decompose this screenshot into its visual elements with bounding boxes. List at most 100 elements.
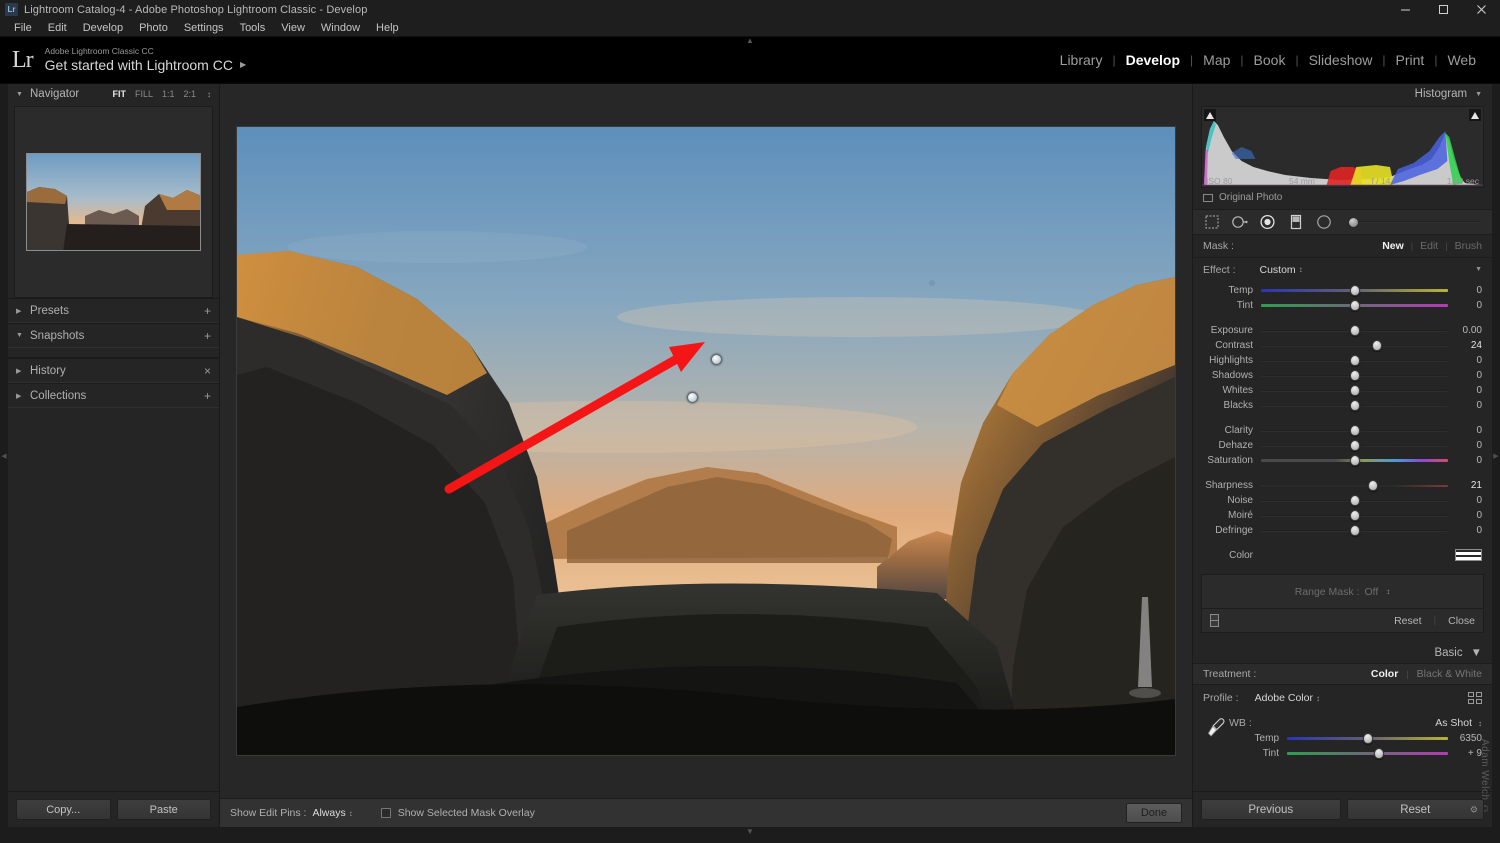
original-photo-toggle[interactable]: Original Photo — [1193, 188, 1492, 207]
chevron-down-icon[interactable]: ▼ — [16, 332, 23, 339]
menu-view[interactable]: View — [273, 19, 313, 37]
identity-plate[interactable]: Lr Adobe Lightroom Classic CC Get starte… — [0, 46, 246, 74]
slider-row-contrast[interactable]: Contrast 24 — [1193, 338, 1492, 353]
module-develop[interactable]: Develop — [1116, 52, 1190, 68]
add-collection-icon[interactable]: + — [204, 389, 211, 403]
done-button[interactable]: Done — [1126, 803, 1182, 823]
module-slideshow[interactable]: Slideshow — [1299, 52, 1383, 68]
module-print[interactable]: Print — [1386, 52, 1435, 68]
chevron-right-icon[interactable]: ▶ — [16, 307, 23, 315]
effect-close-button[interactable]: Close — [1448, 615, 1475, 627]
slider-track-highlights[interactable] — [1261, 353, 1448, 368]
slider-row-temp[interactable]: Temp 0 — [1193, 283, 1492, 298]
chevron-down-icon[interactable]: ▼ — [1475, 91, 1482, 98]
effect-preset-value[interactable]: Custom — [1260, 264, 1296, 276]
slider-row-saturation[interactable]: Saturation 0 — [1193, 453, 1492, 468]
effect-switch-icon[interactable] — [1210, 614, 1219, 627]
zoom-stepper-icon[interactable]: ↕ — [207, 90, 211, 99]
sidebar-item-snapshots[interactable]: ▼ Snapshots + — [8, 323, 219, 348]
show-edit-pins-value[interactable]: Always — [312, 807, 345, 819]
tool-amount-knob[interactable] — [1348, 216, 1359, 228]
slider-row-whites[interactable]: Whites 0 — [1193, 383, 1492, 398]
slider-track-moire[interactable] — [1261, 508, 1448, 523]
module-web[interactable]: Web — [1437, 52, 1486, 68]
navigator-preview[interactable] — [14, 106, 213, 298]
clear-history-icon[interactable]: × — [204, 364, 211, 378]
slider-row-sharpness[interactable]: Sharpness 21 — [1193, 478, 1492, 493]
slider-row-noise[interactable]: Noise 0 — [1193, 493, 1492, 508]
slider-track-shadows[interactable] — [1261, 368, 1448, 383]
play-arrow-icon[interactable]: ▶ — [240, 60, 246, 69]
menu-photo[interactable]: Photo — [131, 19, 176, 37]
range-mask-stepper-icon[interactable]: ↕ — [1386, 587, 1390, 596]
maximize-button[interactable] — [1424, 0, 1462, 19]
chevron-down-icon[interactable]: ▼ — [16, 91, 23, 98]
crop-overlay-tool-icon[interactable] — [1203, 214, 1220, 231]
effect-color-swatch[interactable] — [1455, 549, 1482, 561]
slider-track-sharpness[interactable] — [1261, 478, 1448, 493]
navigator-header[interactable]: ▼ Navigator FIT FILL 1:1 2:1 ↕ — [8, 84, 219, 104]
mask-new-button[interactable]: New — [1382, 240, 1404, 252]
slider-row-basic-tint[interactable]: Tint + 9 — [1229, 746, 1482, 761]
slider-row-defringe[interactable]: Defringe 0 — [1193, 523, 1492, 538]
add-snapshot-icon[interactable]: + — [204, 329, 211, 343]
menu-window[interactable]: Window — [313, 19, 368, 37]
slider-row-moire[interactable]: Moiré 0 — [1193, 508, 1492, 523]
photo-frame[interactable] — [237, 127, 1175, 755]
profile-value[interactable]: Adobe Color — [1255, 692, 1313, 704]
effect-color-row[interactable]: Color — [1193, 544, 1492, 566]
profile-stepper-icon[interactable]: ↕ — [1316, 694, 1320, 703]
zoom-2-1[interactable]: 2:1 — [183, 89, 196, 99]
treatment-bw-button[interactable]: Black & White — [1417, 668, 1482, 680]
white-balance-selector-icon[interactable] — [1203, 715, 1229, 761]
range-mask-value[interactable]: Off — [1364, 586, 1378, 598]
wb-value[interactable]: As Shot — [1435, 717, 1472, 729]
slider-track-noise[interactable] — [1261, 493, 1448, 508]
module-library[interactable]: Library — [1050, 52, 1113, 68]
show-mask-overlay-checkbox[interactable] — [380, 808, 391, 818]
spot-removal-tool-icon[interactable] — [1231, 214, 1248, 231]
basic-panel-header[interactable]: Basic ▼ — [1193, 643, 1492, 663]
adjustment-brush-tool-icon[interactable] — [1315, 214, 1332, 231]
filmstrip-collapse-handle[interactable]: ▼ — [0, 827, 1500, 841]
slider-track-blacks[interactable] — [1261, 398, 1448, 413]
copy-button[interactable]: Copy... — [16, 799, 111, 820]
range-mask-row[interactable]: Range Mask : Off ↕ — [1201, 574, 1484, 609]
zoom-fill[interactable]: FILL — [135, 89, 153, 99]
reset-button[interactable]: Reset — [1346, 799, 1484, 820]
tool-amount-slider[interactable] — [1347, 216, 1482, 228]
effect-reset-button[interactable]: Reset — [1394, 615, 1421, 627]
add-preset-icon[interactable]: + — [204, 304, 211, 318]
radial-filter-tool-icon[interactable] — [1259, 214, 1276, 231]
slider-row-blacks[interactable]: Blacks 0 — [1193, 398, 1492, 413]
navigator-thumbnail[interactable] — [26, 153, 201, 251]
slider-track-temp[interactable] — [1261, 283, 1448, 298]
radial-filter-pin-upper[interactable] — [711, 354, 722, 365]
image-canvas[interactable] — [220, 84, 1192, 798]
module-map[interactable]: Map — [1193, 52, 1240, 68]
slider-track-defringe[interactable] — [1261, 523, 1448, 538]
top-panel-collapse-handle[interactable]: ▲ — [746, 36, 754, 45]
radial-filter-pin-selected[interactable] — [687, 392, 698, 403]
slider-row-exposure[interactable]: Exposure 0.00 — [1193, 323, 1492, 338]
highlight-clipping-indicator[interactable] — [1469, 109, 1481, 121]
menu-tools[interactable]: Tools — [232, 19, 274, 37]
slider-row-basic-temp[interactable]: Temp 6350 — [1229, 731, 1482, 746]
histogram[interactable]: ISO 80 54 mm f / 14 1/10 sec — [1201, 106, 1484, 188]
show-edit-pins-stepper-icon[interactable]: ↕ — [349, 809, 353, 818]
previous-button[interactable]: Previous — [1201, 799, 1341, 820]
paste-button[interactable]: Paste — [116, 799, 211, 820]
mask-brush-button[interactable]: Brush — [1455, 240, 1482, 252]
menu-settings[interactable]: Settings — [176, 19, 232, 37]
chevron-down-icon[interactable]: ▼ — [1471, 647, 1482, 659]
effect-collapse-icon[interactable]: ▼ — [1475, 266, 1482, 273]
slider-track-whites[interactable] — [1261, 383, 1448, 398]
profile-browser-icon[interactable] — [1468, 692, 1482, 704]
slider-track-tint[interactable] — [1261, 298, 1448, 313]
sync-settings-icon[interactable]: ⚙ — [1470, 804, 1478, 815]
right-panel-collapse-handle[interactable]: ▶ — [1492, 84, 1500, 827]
sidebar-item-history[interactable]: ▶ History × — [8, 358, 219, 383]
graduated-filter-tool-icon[interactable] — [1287, 214, 1304, 231]
chevron-right-icon[interactable]: ▶ — [16, 392, 23, 400]
menu-file[interactable]: File — [6, 19, 40, 37]
